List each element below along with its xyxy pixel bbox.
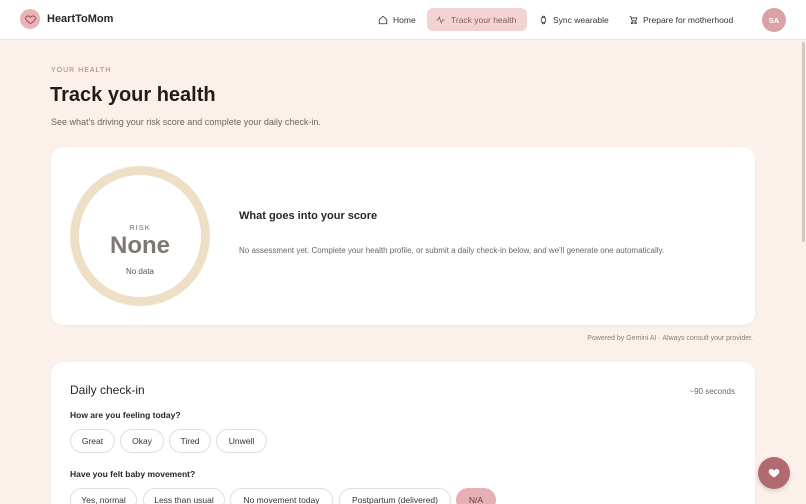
movement-option-postpartum[interactable]: Postpartum (delivered) bbox=[339, 488, 451, 504]
floating-heart-button[interactable] bbox=[758, 457, 790, 489]
heart-icon bbox=[20, 9, 40, 29]
checkin-title: Daily check-in bbox=[70, 383, 145, 397]
top-nav-bar: HeartToMom Home Track your health Sync w… bbox=[0, 0, 806, 40]
nav-home-label: Home bbox=[393, 14, 416, 25]
score-description: No assessment yet. Complete your health … bbox=[239, 246, 665, 255]
feeling-option-unwell[interactable]: Unwell bbox=[216, 429, 267, 453]
nav-prepare-motherhood[interactable]: Prepare for motherhood bbox=[620, 8, 741, 31]
watch-icon bbox=[540, 15, 547, 24]
score-title: What goes into your score bbox=[239, 210, 378, 222]
powered-by-note: Powered by Gemini AI · Always consult yo… bbox=[587, 335, 753, 342]
avatar[interactable]: SA bbox=[762, 8, 786, 32]
movement-option-none[interactable]: No movement today bbox=[230, 488, 333, 504]
risk-label: RISK bbox=[129, 223, 151, 232]
nav-sync-wearable-label: Sync wearable bbox=[553, 14, 609, 25]
brand-name: HeartToMom bbox=[47, 13, 114, 25]
page-subtitle: See what's driving your risk score and c… bbox=[51, 117, 321, 127]
nav-track-health[interactable]: Track your health bbox=[427, 8, 527, 31]
risk-ring: RISK None No data bbox=[70, 166, 210, 306]
scrollbar-thumb[interactable] bbox=[802, 42, 805, 242]
feeling-option-okay[interactable]: Okay bbox=[120, 429, 164, 453]
nav-home[interactable]: Home bbox=[370, 8, 424, 31]
activity-icon bbox=[436, 15, 445, 24]
baby-movement-question: Have you felt baby movement? bbox=[70, 469, 196, 479]
brand[interactable]: HeartToMom bbox=[20, 9, 113, 29]
feeling-option-tired[interactable]: Tired bbox=[169, 429, 211, 453]
baby-stroller-icon bbox=[629, 15, 638, 24]
movement-option-na[interactable]: N/A bbox=[456, 488, 496, 504]
page-title: Track your health bbox=[50, 84, 216, 106]
risk-note: No data bbox=[125, 267, 155, 276]
home-icon bbox=[378, 15, 388, 24]
nav-track-health-label: Track your health bbox=[451, 14, 517, 25]
section-eyebrow: YOUR HEALTH bbox=[51, 67, 112, 74]
nav-sync-wearable[interactable]: Sync wearable bbox=[531, 8, 617, 31]
feeling-question: How are you feeling today? bbox=[70, 410, 181, 420]
nav-prepare-motherhood-label: Prepare for motherhood bbox=[643, 14, 734, 25]
heart-icon bbox=[768, 469, 780, 478]
risk-score-card: RISK None No data What goes into your sc… bbox=[51, 147, 755, 325]
daily-checkin-card: Daily check-in ~90 seconds How are you f… bbox=[51, 362, 755, 504]
scrollbar[interactable] bbox=[802, 40, 806, 504]
risk-value: None bbox=[110, 232, 170, 259]
feeling-option-great[interactable]: Great bbox=[70, 429, 115, 453]
movement-option-less[interactable]: Less than usual bbox=[143, 488, 225, 504]
movement-option-yes-normal[interactable]: Yes, normal bbox=[70, 488, 137, 504]
checkin-duration: ~90 seconds bbox=[689, 387, 735, 396]
